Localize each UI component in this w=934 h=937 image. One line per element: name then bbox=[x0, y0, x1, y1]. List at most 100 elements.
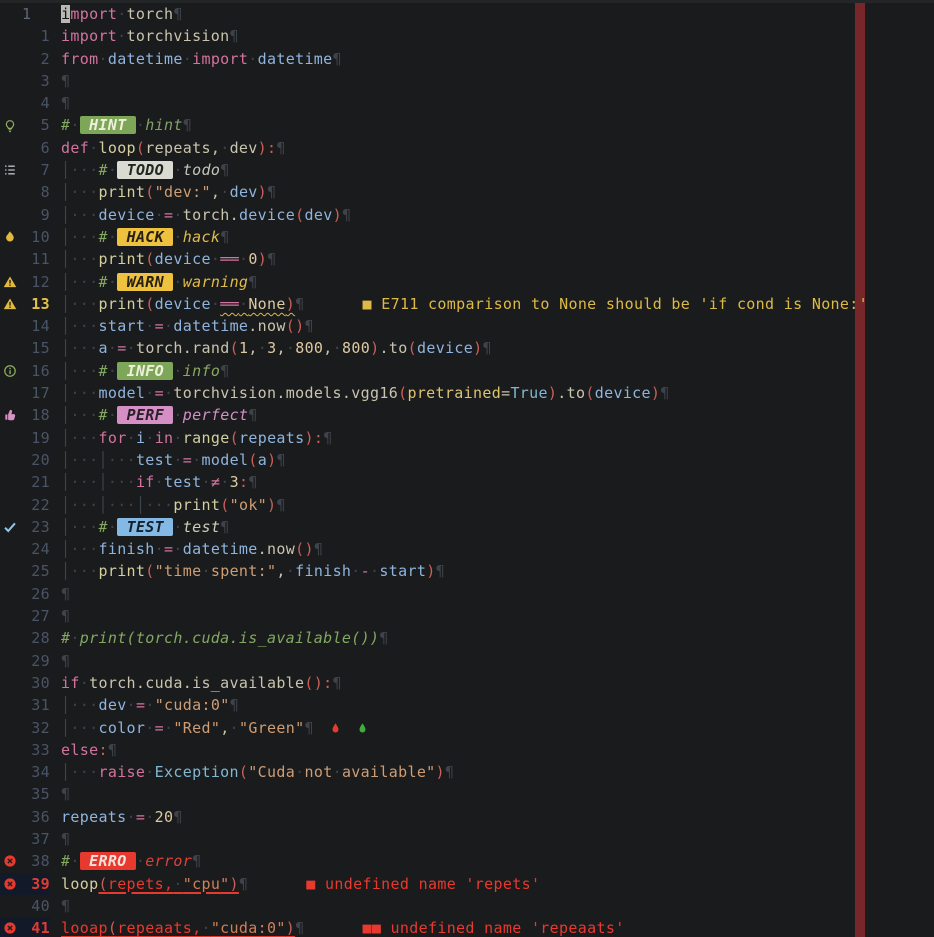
code-line[interactable]: 34│···raise·Exception("Cuda·not·availabl… bbox=[0, 761, 934, 783]
code-token: "dev:" bbox=[155, 183, 211, 201]
code-token: ) bbox=[333, 206, 342, 224]
error-circle-icon bbox=[3, 877, 17, 891]
code-line[interactable]: 40¶ bbox=[0, 895, 934, 917]
code-token: print bbox=[98, 562, 145, 580]
code-token: = bbox=[164, 540, 173, 558]
checklist-icon bbox=[3, 163, 17, 177]
code-line[interactable]: 3¶ bbox=[0, 70, 934, 92]
code-line[interactable]: 7│···#· TODO ·todo¶ bbox=[0, 159, 934, 181]
code-token: ··· bbox=[108, 473, 136, 491]
gutter-sign bbox=[0, 48, 22, 70]
code-line[interactable]: 9│···device·=·torch.device(dev)¶ bbox=[0, 204, 934, 226]
error-circle-icon bbox=[3, 921, 17, 935]
code-line[interactable]: 18│···#· PERF ·perfect¶ bbox=[0, 404, 934, 426]
code-token: · bbox=[70, 116, 79, 134]
code-token: │ bbox=[61, 362, 70, 380]
gutter-sign bbox=[0, 627, 22, 649]
line-number: 31 bbox=[22, 694, 50, 716]
code-token: dev bbox=[98, 696, 126, 714]
line-number: 7 bbox=[22, 159, 50, 181]
code-line[interactable]: 35¶ bbox=[0, 783, 934, 805]
code-token: "cuda:0" bbox=[211, 919, 286, 937]
code-line[interactable]: 5#· HINT ·hint¶ bbox=[0, 114, 934, 136]
code-line[interactable]: 20│···│···test·=·model(a)¶ bbox=[0, 449, 934, 471]
code-token: not bbox=[304, 763, 332, 781]
editor-buffer: 1import·torch¶1import·torchvision¶2from·… bbox=[0, 3, 934, 937]
code-text: ¶ bbox=[50, 92, 70, 114]
gutter-sign bbox=[0, 181, 22, 203]
comment-tag-badge: ERRO bbox=[80, 852, 136, 870]
code-token: · bbox=[173, 540, 182, 558]
code-line[interactable]: 14│···start·=·datetime.now()¶ bbox=[0, 315, 934, 337]
code-line[interactable]: 21│···│···if·test·≠·3:¶ bbox=[0, 471, 934, 493]
comment-tag-badge: TODO bbox=[117, 161, 173, 179]
code-line[interactable]: 12│···#· WARN ·warning¶ bbox=[0, 271, 934, 293]
code-line[interactable]: 1import·torchvision¶ bbox=[0, 25, 934, 47]
gutter-sign bbox=[0, 717, 22, 739]
code-line[interactable]: 8│···print("dev:",·dev)¶ bbox=[0, 181, 934, 203]
code-token: if bbox=[61, 674, 80, 692]
code-token: │ bbox=[61, 540, 70, 558]
code-line[interactable]: 19│···for·i·in·range(repeats):¶ bbox=[0, 427, 934, 449]
code-line[interactable]: 17│···model·=·torchvision.models.vgg16(p… bbox=[0, 382, 934, 404]
code-line[interactable]: 37¶ bbox=[0, 828, 934, 850]
code-line[interactable]: 28#·print(torch.cuda.is_available())¶ bbox=[0, 627, 934, 649]
line-number: 10 bbox=[22, 226, 50, 248]
gutter-sign bbox=[0, 605, 22, 627]
line-number: 25 bbox=[22, 560, 50, 582]
code-line[interactable]: 38#· ERRO ·error¶ bbox=[0, 850, 934, 872]
code-line[interactable]: 16│···#· INFO ·info¶ bbox=[0, 360, 934, 382]
code-token: · bbox=[127, 429, 136, 447]
code-token: ( bbox=[145, 250, 154, 268]
code-line[interactable]: 13│···print(device·══·None)¶■ E711 compa… bbox=[0, 293, 934, 315]
code-line[interactable]: 6def·loop(repeats,·dev):¶ bbox=[0, 137, 934, 159]
code-line[interactable]: 23│···#· TEST ·test¶ bbox=[0, 516, 934, 538]
code-token: ¶ bbox=[248, 473, 257, 491]
code-editor[interactable]: 1import·torch¶1import·torchvision¶2from·… bbox=[0, 0, 934, 937]
warning-triangle-icon bbox=[3, 297, 17, 311]
code-line[interactable]: 41looap(repeaats,·"cuda:0")¶■■ undefined… bbox=[0, 917, 934, 937]
code-line[interactable]: 25│···print("time·spent:",·finish·-·star… bbox=[0, 560, 934, 582]
code-line[interactable]: 27¶ bbox=[0, 605, 934, 627]
code-token: │ bbox=[61, 161, 70, 179]
line-number: 26 bbox=[22, 583, 50, 605]
code-line[interactable]: 39loop(repets,·"cpu")¶■ undefined name '… bbox=[0, 873, 934, 895]
comment-tag-badge: PERF bbox=[117, 406, 173, 424]
line-number: 38 bbox=[22, 850, 50, 872]
code-token: · bbox=[164, 384, 173, 402]
code-line[interactable]: 11│···print(device·══·0)¶ bbox=[0, 248, 934, 270]
code-line[interactable]: 2from·datetime·import·datetime¶ bbox=[0, 48, 934, 70]
code-line[interactable]: 10│···#· HACK ·hack¶ bbox=[0, 226, 934, 248]
code-line[interactable]: 24│···finish·=·datetime.now()¶ bbox=[0, 538, 934, 560]
code-token: ··· bbox=[70, 451, 98, 469]
code-line[interactable]: 32│···color·=·"Red",·"Green"¶ bbox=[0, 717, 934, 739]
code-line[interactable]: 29¶ bbox=[0, 650, 934, 672]
code-line[interactable]: 30if·torch.cuda.is_available():¶ bbox=[0, 672, 934, 694]
code-line[interactable]: 4¶ bbox=[0, 92, 934, 114]
droplet-icon bbox=[330, 721, 341, 735]
code-text: │···#· INFO ·info¶ bbox=[50, 360, 230, 382]
code-line[interactable]: 15│···a·=·torch.rand(1,·3,·800,·800).to(… bbox=[0, 337, 934, 359]
gutter-sign bbox=[0, 538, 22, 560]
line-number: 28 bbox=[22, 627, 50, 649]
code-token: device bbox=[155, 295, 211, 313]
gutter-sign bbox=[0, 895, 22, 917]
code-line[interactable]: 31│···dev·=·"cuda:0"¶ bbox=[0, 694, 934, 716]
code-line[interactable]: 33else:¶ bbox=[0, 739, 934, 761]
code-line[interactable]: 22│···│···│···print("ok")¶ bbox=[0, 494, 934, 516]
code-token: ) bbox=[286, 919, 295, 937]
code-text: import·torch¶ bbox=[50, 3, 183, 25]
code-token: ¶ bbox=[445, 763, 454, 781]
code-token: ¶ bbox=[267, 250, 276, 268]
code-token: ¶ bbox=[276, 451, 285, 469]
code-token: ¶ bbox=[61, 830, 70, 848]
line-number: 14 bbox=[22, 315, 50, 337]
code-line[interactable]: 1import·torch¶ bbox=[0, 3, 934, 25]
code-line[interactable]: 36repeats·=·20¶ bbox=[0, 806, 934, 828]
code-line[interactable]: 26¶ bbox=[0, 583, 934, 605]
code-token: · bbox=[117, 5, 126, 23]
code-text: ¶ bbox=[50, 828, 70, 850]
line-number: 33 bbox=[22, 739, 50, 761]
line-number: 5 bbox=[22, 114, 50, 136]
code-token: loop bbox=[98, 139, 135, 157]
